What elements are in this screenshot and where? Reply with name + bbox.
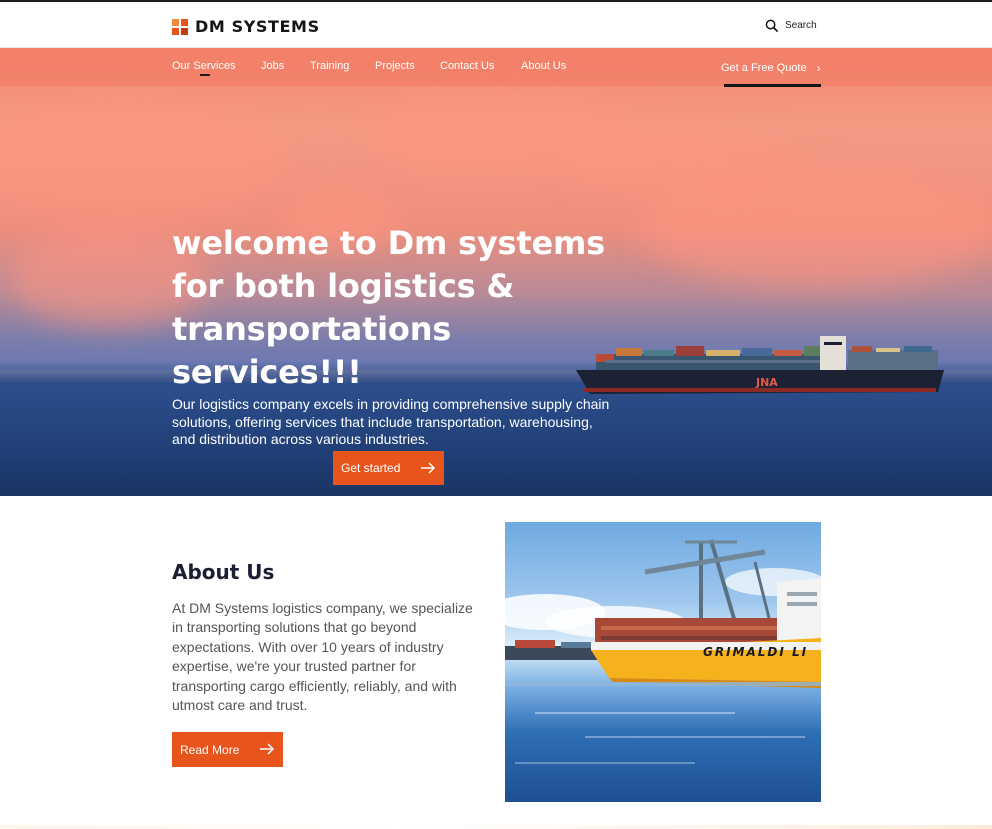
nav-training[interactable]: Training	[310, 60, 349, 72]
about-text: At DM Systems logistics company, we spec…	[172, 600, 473, 714]
search-label: Search	[785, 20, 817, 31]
port-ship-illustration: GRIMALDI LI	[505, 539, 821, 764]
logo-mark-icon	[172, 18, 189, 35]
nav-our-services[interactable]: Our Services	[172, 60, 236, 72]
nav-about-us[interactable]: About Us	[521, 60, 566, 72]
get-quote-link[interactable]: Get a Free Quote ›	[721, 61, 821, 75]
nav-projects[interactable]: Projects	[375, 60, 415, 72]
arrow-right-icon	[260, 743, 275, 755]
search-icon	[765, 19, 778, 32]
nav-jobs[interactable]: Jobs	[261, 60, 284, 72]
logo-text: DM SYSTEMS	[195, 17, 320, 36]
hero-section: JNA Our Services Jobs Training Projects …	[0, 48, 992, 496]
about-ship-photo: GRIMALDI LI	[505, 522, 821, 802]
logo[interactable]: DM SYSTEMS	[172, 17, 320, 36]
bottom-strip	[0, 825, 992, 829]
top-header: DM SYSTEMS Search	[0, 0, 992, 48]
hero-title-line-2: for both logistics &	[172, 267, 515, 305]
read-more-label: Read More	[180, 742, 240, 757]
read-more-button[interactable]: Read More	[172, 732, 283, 767]
hero-title-line-1: welcome to Dm systems	[172, 224, 605, 262]
ship-logo: JNA	[755, 376, 778, 389]
get-quote-label: Get a Free Quote	[721, 62, 807, 74]
hero-title-line-3: transportations services!!!	[172, 310, 452, 391]
about-title: About Us	[172, 560, 275, 584]
arrow-right-icon	[421, 462, 436, 474]
chevron-right-icon: ›	[816, 61, 821, 75]
nav-contact-us[interactable]: Contact Us	[440, 60, 494, 72]
ship-hull-text: GRIMALDI LI	[703, 645, 808, 659]
search-button[interactable]: Search	[765, 19, 817, 32]
nav-active-indicator	[200, 74, 210, 76]
hero-title: welcome to Dm systems for both logistics…	[172, 222, 632, 394]
get-quote-underline	[724, 84, 821, 87]
hero-description: Our logistics company excels in providin…	[172, 396, 610, 447]
get-started-label: Get started	[341, 461, 401, 475]
get-started-button[interactable]: Get started	[333, 451, 444, 485]
main-nav: Our Services Jobs Training Projects Cont…	[0, 48, 992, 87]
